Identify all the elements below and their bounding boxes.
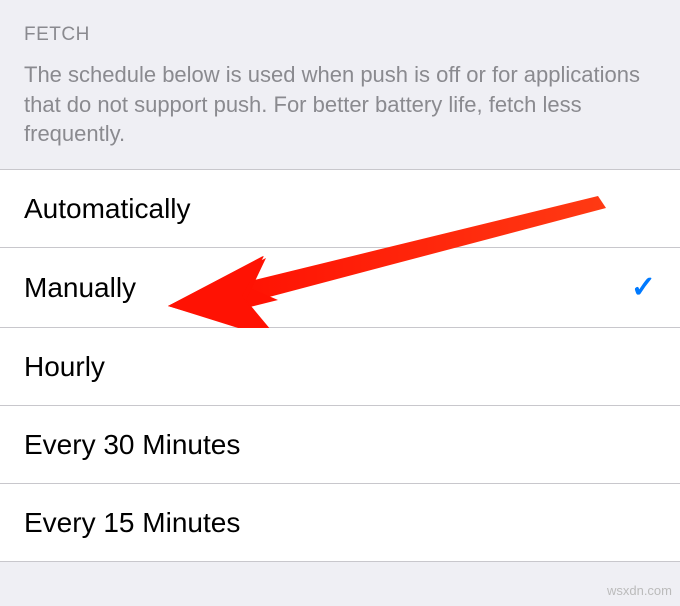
- section-description: The schedule below is used when push is …: [24, 60, 656, 149]
- option-every-15-minutes[interactable]: Every 15 Minutes: [0, 484, 680, 562]
- fetch-options-list: Automatically Manually ✓ Hourly Every 30…: [0, 169, 680, 562]
- option-manually[interactable]: Manually ✓: [0, 248, 680, 328]
- option-label: Hourly: [24, 351, 105, 383]
- option-automatically[interactable]: Automatically: [0, 170, 680, 248]
- watermark: wsxdn.com: [607, 583, 672, 598]
- option-every-30-minutes[interactable]: Every 30 Minutes: [0, 406, 680, 484]
- section-title: FETCH: [24, 24, 656, 46]
- option-label: Automatically: [24, 193, 191, 225]
- option-label: Every 30 Minutes: [24, 429, 240, 461]
- option-label: Manually: [24, 272, 136, 304]
- section-header: FETCH The schedule below is used when pu…: [0, 0, 680, 169]
- option-label: Every 15 Minutes: [24, 507, 240, 539]
- option-hourly[interactable]: Hourly: [0, 328, 680, 406]
- checkmark-icon: ✓: [631, 270, 656, 305]
